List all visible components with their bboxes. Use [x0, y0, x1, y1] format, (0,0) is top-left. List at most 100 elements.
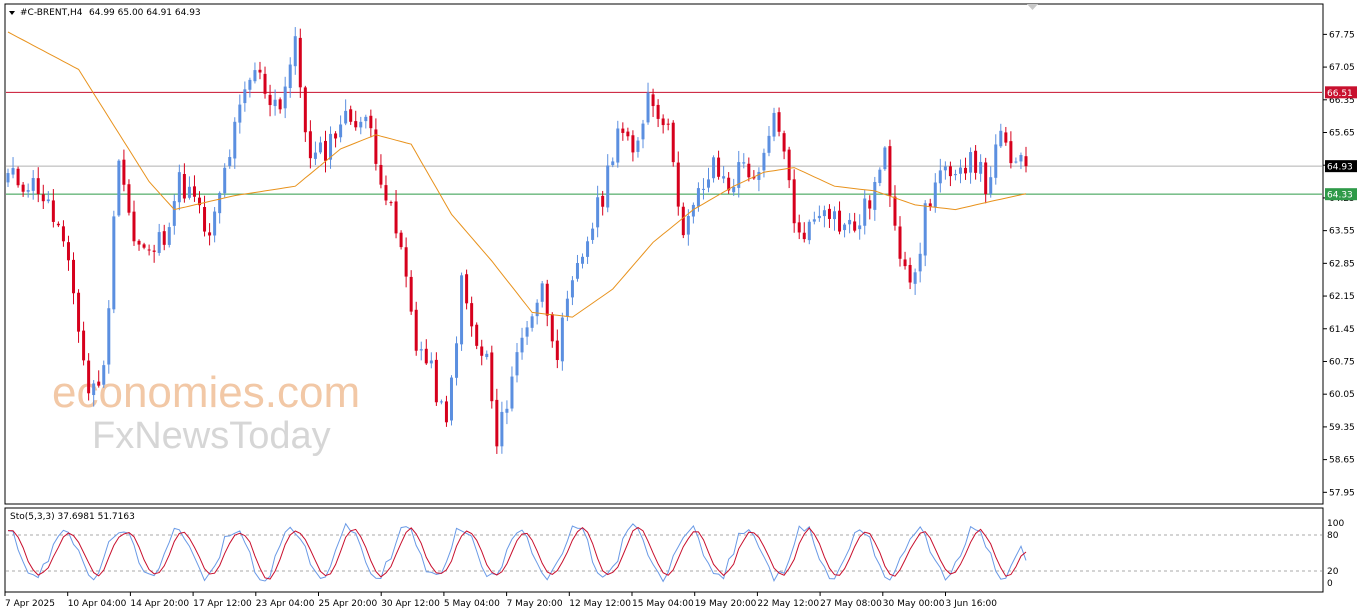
candle-body [596, 197, 600, 228]
candle-body [21, 184, 25, 192]
y-tick-label: 63.55 [1329, 227, 1355, 237]
candle-body [565, 298, 569, 317]
candle-body [601, 195, 605, 207]
candle-body [102, 365, 106, 385]
x-tick-label: 7 Apr 2025 [5, 599, 55, 609]
candle-body [676, 162, 680, 207]
candle-body [984, 162, 988, 195]
candle-body [334, 133, 338, 139]
candle-body [213, 211, 217, 236]
candle-body [853, 221, 857, 231]
current-price-tag: 64.93 [1327, 163, 1353, 173]
candle-body [419, 349, 423, 351]
candle-body [1009, 141, 1013, 164]
y-tick-label: 60.75 [1329, 357, 1355, 367]
candle-body [913, 272, 917, 284]
candle-body [893, 196, 897, 226]
candle-body [11, 168, 15, 175]
x-tick-label: 10 Apr 04:00 [68, 599, 127, 609]
candle-body [490, 352, 494, 402]
candle-body [722, 176, 726, 179]
candle-body [540, 283, 544, 302]
x-tick-label: 25 Apr 20:00 [319, 599, 378, 609]
candle-body [848, 219, 852, 225]
x-tick-label: 5 May 04:00 [444, 599, 500, 609]
candle-body [868, 200, 872, 209]
candle-body [958, 167, 962, 174]
candle-body [132, 211, 136, 242]
candle-body [802, 232, 806, 240]
candle-body [575, 263, 579, 279]
candle-body [636, 140, 640, 152]
candle-body [707, 179, 711, 188]
candle-body [832, 211, 836, 220]
candle-body [873, 181, 877, 210]
y-tick-label: 62.85 [1329, 259, 1355, 269]
stochastic-axis-label: 20 [1327, 567, 1339, 577]
candle-body [429, 360, 433, 364]
candle-body [258, 69, 262, 73]
candle-body [162, 231, 166, 245]
candle-body [460, 275, 464, 345]
candle-body [732, 186, 736, 193]
candle-body [399, 232, 403, 248]
candle-body [666, 123, 670, 125]
x-tick-label: 15 May 04:00 [632, 599, 694, 609]
level-tag-64.33: 64.33 [1327, 191, 1353, 201]
candle-body [142, 244, 146, 248]
candle-body [530, 316, 534, 328]
x-tick-label: 17 Apr 12:00 [193, 599, 252, 609]
candle-body [772, 112, 776, 137]
candle-body [424, 348, 428, 364]
candle-body [344, 110, 348, 124]
x-tick-label: 19 May 20:00 [695, 599, 757, 609]
x-tick-label: 12 May 12:00 [569, 599, 631, 609]
candle-body [1019, 154, 1023, 162]
candle-body [797, 222, 801, 233]
candle-body [994, 144, 998, 178]
candle-body [172, 201, 176, 226]
candle-body [238, 104, 242, 123]
candle-body [1014, 161, 1018, 163]
y-tick-label: 57.95 [1329, 488, 1355, 498]
candle-body [61, 226, 65, 242]
candle-body [243, 89, 247, 104]
candle-body [394, 201, 398, 234]
candle-body [16, 168, 20, 186]
candle-body [646, 92, 650, 123]
candle-body [898, 226, 902, 259]
candle-body [616, 128, 620, 163]
candle-body [560, 317, 564, 362]
candle-body [46, 199, 50, 202]
x-tick-label: 27 May 08:00 [820, 599, 882, 609]
candle-body [278, 99, 282, 110]
candle-body [444, 401, 448, 423]
candle-body [787, 149, 791, 181]
candle-body [72, 259, 76, 294]
candle-body [712, 157, 716, 179]
candle-body [505, 408, 509, 413]
chart-canvas[interactable]: economies.com FxNewsToday #C-BRENT,H4 64… [0, 0, 1366, 615]
candle-body [510, 376, 514, 409]
candle-body [92, 383, 96, 396]
candle-body [36, 178, 40, 195]
candle-body [964, 167, 968, 174]
candle-body [701, 188, 705, 190]
candle-body [434, 359, 438, 403]
candle-body [908, 264, 912, 283]
y-tick-label: 65.65 [1329, 129, 1355, 139]
y-tick-label: 67.75 [1329, 30, 1355, 40]
chart-ohlc: 64.99 65.00 64.91 64.93 [89, 8, 201, 18]
candle-body [681, 206, 685, 236]
candle-body [439, 401, 443, 403]
candle-body [843, 224, 847, 231]
candle-body [323, 140, 327, 161]
candle-body [268, 94, 272, 106]
candle-body [535, 302, 539, 317]
candle-body [696, 188, 700, 207]
candle-body [903, 259, 907, 267]
candle-body [233, 121, 237, 159]
candle-body [56, 223, 60, 226]
candle-body [762, 152, 766, 171]
candle-body [293, 36, 297, 67]
